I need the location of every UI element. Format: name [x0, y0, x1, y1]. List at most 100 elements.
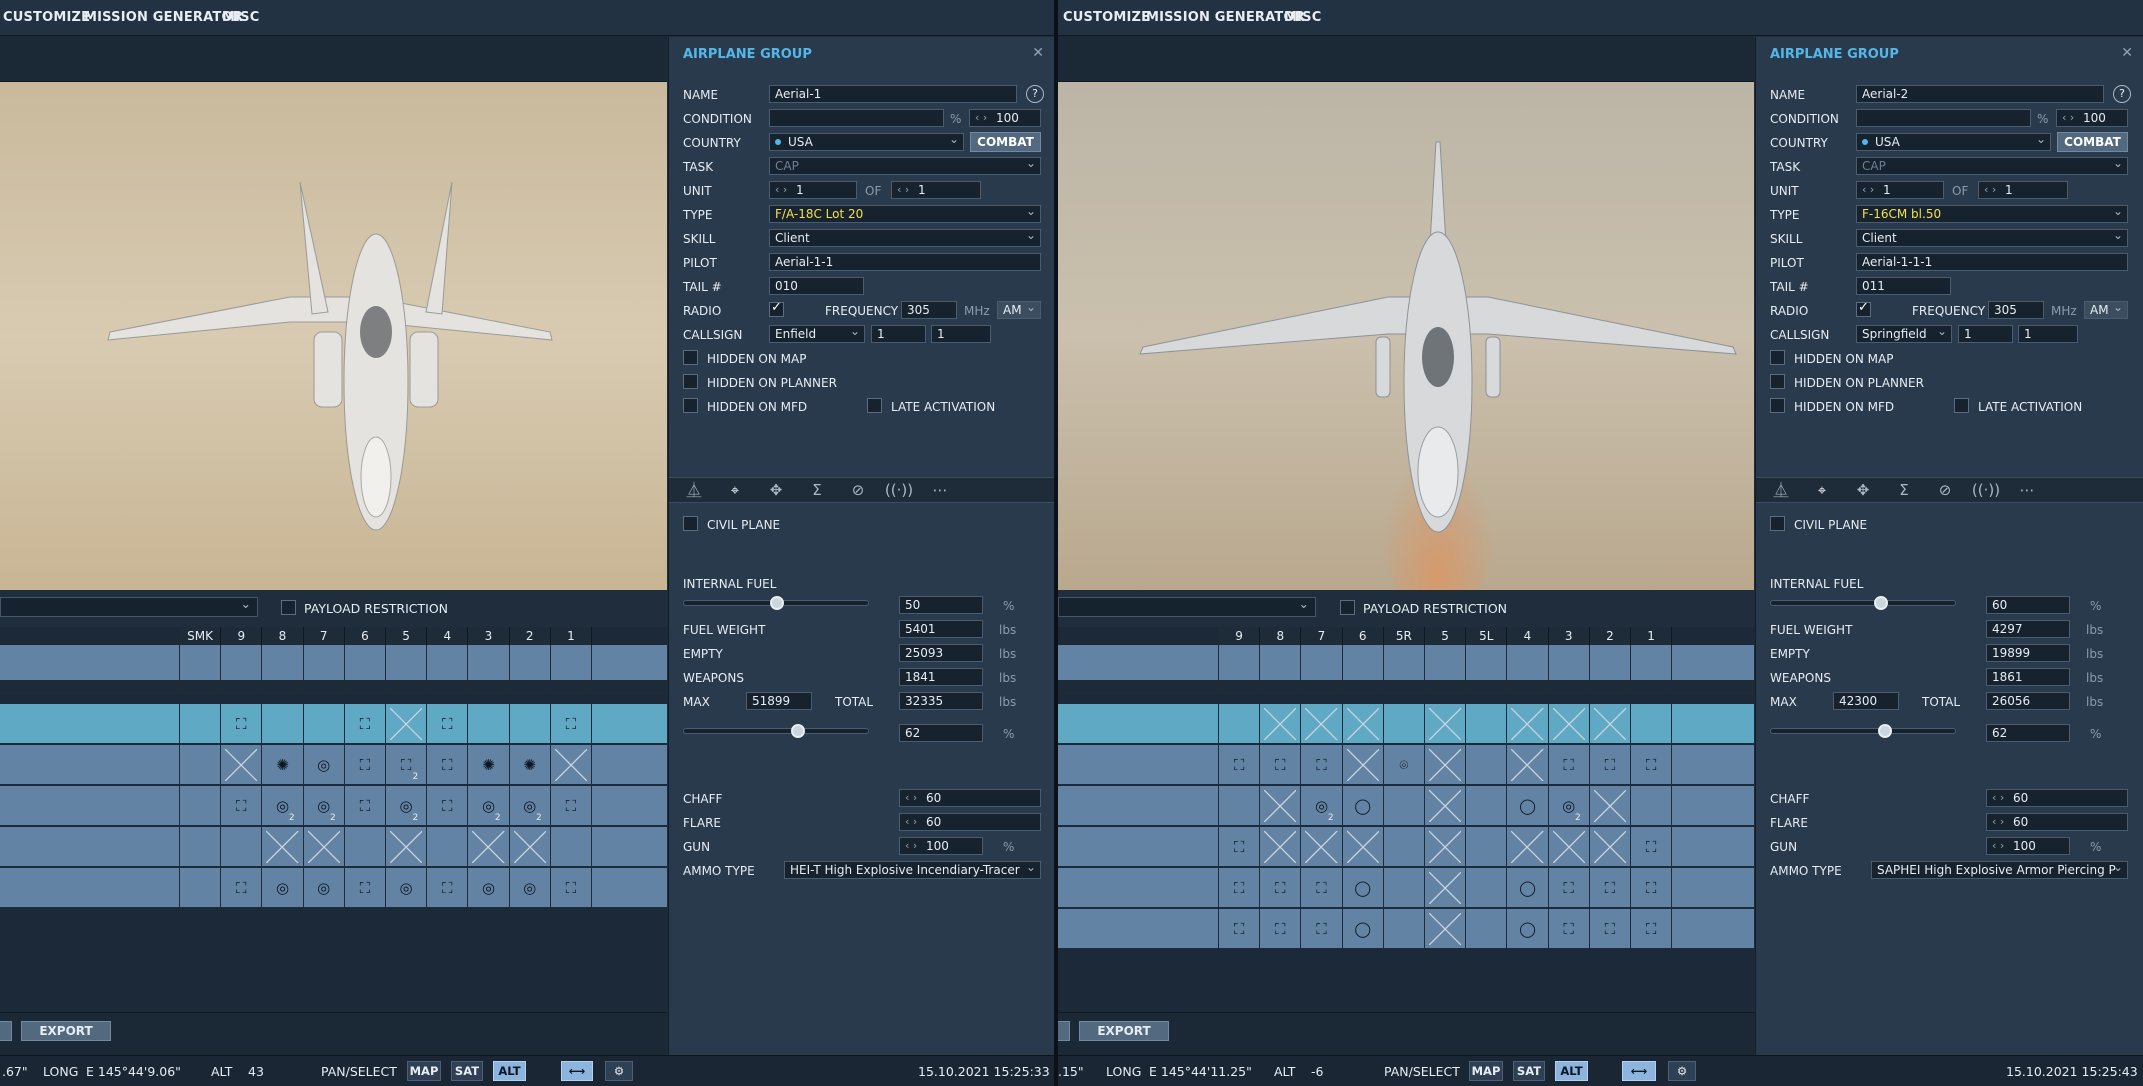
pylon-cell[interactable]: [303, 645, 345, 681]
pylon-cell[interactable]: [180, 868, 222, 908]
pylon-cell[interactable]: [468, 645, 510, 681]
pylon-cell[interactable]: ◎ 2: [386, 786, 428, 826]
payload-restriction-checkbox[interactable]: [1340, 600, 1355, 615]
late-activation-checkbox[interactable]: [867, 398, 882, 413]
pylon-cell[interactable]: [1631, 645, 1673, 681]
payload-row-label[interactable]: [1058, 704, 1219, 744]
payload-preset-select[interactable]: [0, 596, 258, 617]
pylon-cell[interactable]: ⛶: [550, 786, 592, 826]
pylon-cell[interactable]: [1383, 786, 1425, 826]
pylon-cell[interactable]: ◯: [1342, 909, 1384, 949]
alt-view-button[interactable]: ALT: [1555, 1061, 1588, 1081]
pylon-cell[interactable]: ◎ 2: [468, 786, 510, 826]
radio-icon[interactable]: ((·)): [880, 478, 918, 502]
combat-button[interactable]: COMBAT: [970, 132, 1041, 152]
close-icon[interactable]: ✕: [1032, 45, 1044, 61]
pylon-cell[interactable]: ◎ 2: [1548, 786, 1590, 826]
combat-button[interactable]: COMBAT: [2057, 132, 2128, 152]
pylon-cell[interactable]: [1425, 645, 1467, 681]
pylon-cell[interactable]: ◎: [303, 745, 345, 785]
payload-row-label[interactable]: [0, 786, 180, 826]
no-entry-icon[interactable]: ⊘: [1926, 478, 1964, 502]
pylon-cell[interactable]: ⛶: [1631, 827, 1673, 867]
pylon-cell[interactable]: [1507, 645, 1549, 681]
pylon-cell[interactable]: [1548, 682, 1590, 694]
pylon-cell[interactable]: [180, 827, 222, 867]
fuel-slider-knob[interactable]: [1874, 596, 1889, 610]
civil-plane-checkbox[interactable]: [1770, 516, 1785, 531]
pylon-cell[interactable]: [1466, 868, 1508, 908]
pylon-cell[interactable]: [180, 682, 222, 694]
ammo-type-select[interactable]: HEI-T High Explosive Incendiary-Tracer: [784, 861, 1041, 879]
pylon-cell[interactable]: [1342, 704, 1384, 744]
payload-row-label[interactable]: [1058, 682, 1219, 694]
pylon-cell[interactable]: [1631, 682, 1673, 694]
pylon-cell[interactable]: [344, 682, 386, 694]
pylon-cell[interactable]: ◎: [386, 868, 428, 908]
pylon-cell[interactable]: [1301, 645, 1343, 681]
settings-gear-icon[interactable]: ⚙: [1668, 1061, 1696, 1081]
pylon-cell[interactable]: [1589, 645, 1631, 681]
pylon-cell[interactable]: [1631, 786, 1673, 826]
pylon-cell[interactable]: ⛶: [1301, 868, 1343, 908]
pylon-cell[interactable]: [1219, 786, 1261, 826]
menu-mission-generator[interactable]: MISSION GENERATOR: [1146, 10, 1305, 25]
pylon-cell[interactable]: ⛶: [344, 704, 386, 744]
condition-stepper[interactable]: 100: [2056, 109, 2128, 127]
pylon-cell[interactable]: ⛶: [221, 786, 263, 826]
waypoint-icon[interactable]: ⏅: [1762, 478, 1800, 502]
pylon-cell[interactable]: ◯: [1507, 909, 1549, 949]
export-button[interactable]: EXPORT: [21, 1021, 111, 1041]
callsign-select[interactable]: Enfield: [769, 325, 865, 343]
unit-of-stepper[interactable]: 1: [1978, 181, 2068, 199]
ammo-type-select[interactable]: SAPHEI High Explosive Armor Piercing P: [1871, 861, 2128, 879]
pylon-cell[interactable]: ◎: [303, 868, 345, 908]
callsign-flight-number[interactable]: 1: [1958, 325, 2013, 343]
pylon-cell[interactable]: ⛶ 2: [386, 745, 428, 785]
pylon-cell[interactable]: [1301, 704, 1343, 744]
pylon-cell[interactable]: ⛶: [1548, 909, 1590, 949]
fuel-slider[interactable]: [1770, 596, 1956, 610]
pylon-cell[interactable]: [221, 827, 263, 867]
waypoint-icon[interactable]: ⏅: [675, 478, 713, 502]
pylon-cell[interactable]: [386, 704, 428, 744]
pylon-cell[interactable]: [1589, 827, 1631, 867]
pylon-cell[interactable]: [1466, 827, 1508, 867]
pylon-cell[interactable]: ⛶: [1260, 745, 1302, 785]
payload-row-label[interactable]: [0, 704, 180, 744]
band-select[interactable]: AM: [997, 301, 1041, 319]
payload-row-label[interactable]: [0, 745, 180, 785]
pylon-cell[interactable]: [1466, 786, 1508, 826]
pylon-cell[interactable]: [1383, 645, 1425, 681]
pylon-cell[interactable]: [509, 704, 551, 744]
pylon-cell[interactable]: [344, 645, 386, 681]
frequency-field[interactable]: 305: [901, 301, 957, 319]
skill-select[interactable]: Client: [1856, 229, 2128, 247]
pylon-cell[interactable]: ⛶: [1219, 827, 1261, 867]
pylon-cell[interactable]: [303, 827, 345, 867]
fuel-weight-field[interactable]: 4297: [1986, 620, 2070, 638]
pylon-cell[interactable]: [1589, 682, 1631, 694]
radio-checkbox[interactable]: [769, 300, 784, 317]
pylon-cell[interactable]: [1589, 786, 1631, 826]
condition-stepper[interactable]: 100: [969, 109, 1041, 127]
pylon-cell[interactable]: ⛶: [1301, 745, 1343, 785]
pylon-cell[interactable]: ◎: [509, 868, 551, 908]
pylon-cell[interactable]: [1342, 645, 1384, 681]
pylon-cell[interactable]: [221, 645, 263, 681]
pylon-cell[interactable]: ⛶: [550, 704, 592, 744]
pylon-cell[interactable]: ⛶: [427, 704, 469, 744]
pylon-cell[interactable]: [468, 704, 510, 744]
condition-field[interactable]: [769, 109, 944, 127]
ruler-icon[interactable]: ⟷: [561, 1061, 593, 1081]
load-slider[interactable]: [683, 724, 869, 738]
fuel-weight-field[interactable]: 5401: [899, 620, 983, 638]
pylon-cell[interactable]: ✺: [262, 745, 304, 785]
menu-customize[interactable]: CUSTOMIZE: [3, 10, 90, 25]
pylon-cell[interactable]: [1425, 704, 1467, 744]
import-button[interactable]: [1058, 1021, 1070, 1041]
help-icon[interactable]: ?: [1026, 85, 1044, 103]
pylon-cell[interactable]: [180, 704, 222, 744]
pylon-cell[interactable]: ⛶: [427, 786, 469, 826]
payload-icon[interactable]: ⌖: [716, 478, 754, 502]
